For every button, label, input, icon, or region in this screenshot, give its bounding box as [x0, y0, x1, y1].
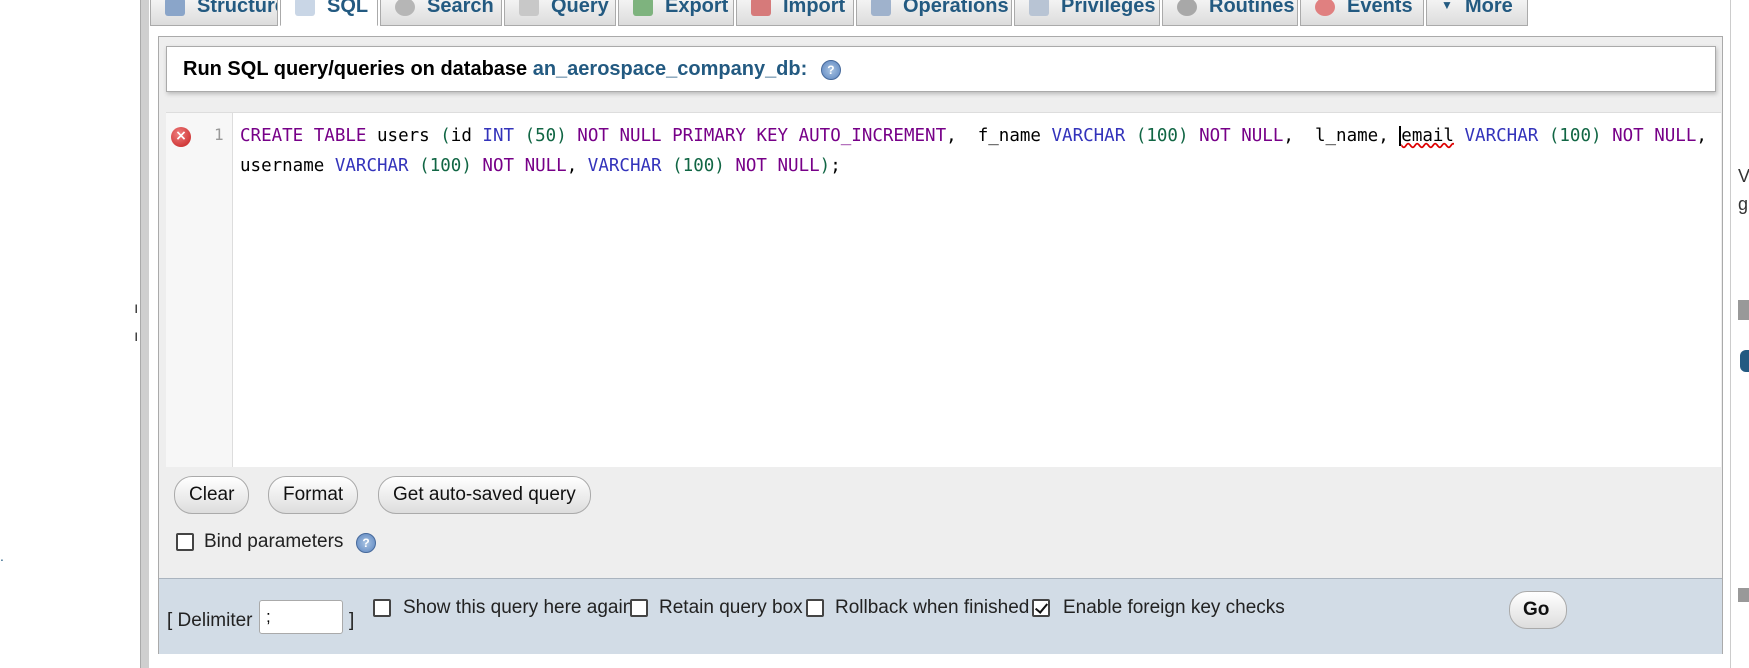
privileges-icon	[1029, 0, 1049, 16]
right-fragment: g	[1738, 194, 1749, 214]
tab-privileges[interactable]: Privileges	[1014, 0, 1160, 26]
main-content: Structure SQL Search Query Export Import…	[150, 0, 1725, 668]
foreign-key-checks-checkbox[interactable]	[1032, 599, 1050, 617]
tab-export[interactable]: Export	[618, 0, 734, 26]
foreign-key-checks-label: Enable foreign key checks	[1063, 597, 1285, 618]
panel-resizer[interactable]	[140, 0, 149, 668]
nav-dot: .	[0, 548, 4, 564]
bind-parameters-checkbox[interactable]	[176, 533, 194, 551]
right-fragment: V	[1738, 166, 1749, 186]
chevron-down-icon: ▼	[1441, 0, 1453, 12]
nav-fragment: ı	[134, 328, 139, 345]
help-icon[interactable]: ?	[820, 59, 841, 80]
right-pane-edge	[1730, 0, 1749, 668]
sql-query-text[interactable]: CREATE TABLE users (id INT (50) NOT NULL…	[240, 121, 1710, 181]
sql-icon	[295, 0, 315, 16]
routines-icon	[1177, 0, 1197, 16]
clear-button[interactable]: Clear	[174, 476, 250, 514]
structure-icon	[165, 0, 185, 16]
tab-more[interactable]: ▼ More	[1426, 0, 1528, 26]
show-query-again-label: Show this query here again	[403, 597, 634, 618]
rollback-label: Rollback when finished	[835, 597, 1030, 618]
query-panel-heading: Run SQL query/queries on database an_aer…	[166, 46, 1716, 92]
tab-bar: Structure SQL Search Query Export Import…	[150, 0, 1725, 28]
error-icon[interactable]: ×	[171, 127, 191, 147]
get-autosaved-query-button[interactable]: Get auto-saved query	[378, 476, 591, 514]
tab-routines[interactable]: Routines	[1162, 0, 1298, 26]
navigation-panel	[0, 0, 140, 668]
tab-import[interactable]: Import	[736, 0, 854, 26]
tab-events[interactable]: Events	[1300, 0, 1424, 26]
retain-query-box-label: Retain query box	[659, 597, 803, 618]
editor-gutter: × 1	[166, 113, 233, 467]
delimiter-label: [ Delimiter	[167, 610, 253, 631]
query-icon	[519, 0, 539, 16]
show-query-again-checkbox[interactable]	[373, 599, 391, 617]
delimiter-input[interactable]	[259, 600, 343, 634]
database-link[interactable]: an_aerospace_company_db	[533, 58, 801, 80]
tab-operations[interactable]: Operations	[856, 0, 1012, 26]
import-icon	[751, 0, 771, 16]
options-footer: [ Delimiter ] Show this query here again…	[159, 578, 1722, 654]
scrollbar-fragment[interactable]	[1738, 588, 1749, 602]
right-blue-tab[interactable]	[1740, 350, 1749, 372]
scrollbar-fragment[interactable]	[1738, 300, 1749, 320]
line-number: 1	[214, 125, 224, 144]
events-icon	[1315, 0, 1335, 16]
nav-fragment: ı	[134, 300, 139, 317]
go-button[interactable]: Go	[1509, 591, 1567, 629]
format-button[interactable]: Format	[268, 476, 359, 514]
retain-query-box-checkbox[interactable]	[630, 599, 648, 617]
delimiter-bracket: ]	[349, 610, 355, 631]
bind-parameters-label: Bind parameters	[204, 531, 344, 552]
search-icon	[395, 0, 415, 16]
tab-query[interactable]: Query	[504, 0, 616, 26]
export-icon	[633, 0, 653, 16]
operations-icon	[871, 0, 891, 16]
bind-parameters-help-icon[interactable]: ?	[356, 533, 376, 553]
rollback-checkbox[interactable]	[806, 599, 824, 617]
tab-structure[interactable]: Structure	[150, 0, 278, 26]
tab-search[interactable]: Search	[380, 0, 502, 26]
tab-sql[interactable]: SQL	[280, 0, 378, 26]
sql-editor[interactable]: × 1 CREATE TABLE users (id INT (50) NOT …	[166, 112, 1721, 467]
